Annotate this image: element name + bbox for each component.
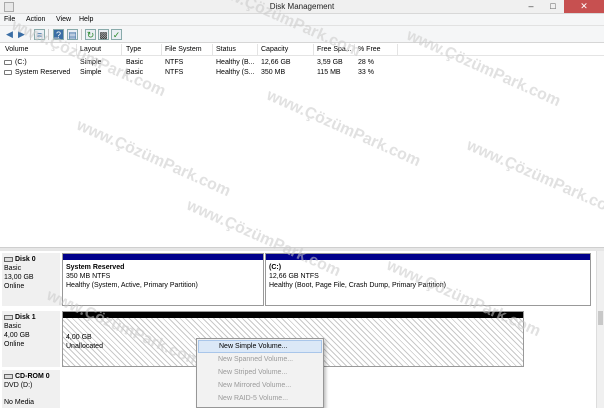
forward-arrow-icon[interactable]: ▶ [16, 29, 27, 40]
disk-status: Online [4, 283, 25, 290]
disk-icon[interactable]: ▩ [98, 29, 109, 40]
percent-free-cell: 28 % [358, 59, 374, 66]
disk-status: Online [4, 341, 25, 348]
layout-cell: Simple [80, 69, 102, 76]
partition-size: 12,66 GB NTFS [269, 273, 319, 280]
partition-name: (C:) [269, 264, 282, 271]
type-cell: Basic [126, 59, 144, 66]
file-system-cell: NTFS [165, 69, 184, 76]
check-icon[interactable]: ✓ [111, 29, 122, 40]
partition-system-reserved[interactable]: System Reserved 350 MB NTFS Healthy (Sys… [62, 253, 264, 306]
scrollbar-thumb[interactable] [598, 311, 603, 325]
window-title: Disk Management [269, 2, 335, 11]
cdrom-0-label[interactable]: CD-ROM 0 DVD (D:) No Media [2, 370, 60, 408]
disk-size: 13,00 GB [4, 274, 34, 281]
disk-size: 4,00 GB [4, 332, 30, 339]
disk-drive-icon [4, 314, 13, 320]
disk-type: Basic [4, 265, 22, 272]
layout-cell: Simple [80, 59, 102, 66]
unallocated-label: Unallocated [66, 343, 103, 350]
column-free-space[interactable]: Free Spa... [317, 46, 352, 53]
column-capacity[interactable]: Capacity [261, 46, 288, 53]
vertical-scrollbar[interactable] [596, 251, 604, 408]
unallocated-size: 4,00 GB [66, 334, 92, 341]
volume-cell: (C:) [4, 59, 27, 66]
partition-name: System Reserved [66, 264, 125, 271]
status-cell: Healthy (B... [216, 59, 255, 66]
cdrom-status: No Media [4, 399, 34, 406]
toolbar-separator [48, 29, 49, 40]
title-bar: Disk Management – □ ✕ [0, 0, 604, 14]
column-layout[interactable]: Layout [80, 46, 101, 53]
list-view-icon[interactable]: ≡ [34, 29, 45, 40]
capacity-cell: 12,66 GB [261, 59, 291, 66]
maximize-button[interactable]: □ [542, 0, 564, 13]
status-cell: Healthy (S... [216, 69, 255, 76]
help-icon[interactable]: ? [53, 29, 64, 40]
menu-item-new-mirrored-volume[interactable]: New Mirrored Volume... [198, 379, 322, 392]
menu-view[interactable]: View [56, 16, 71, 23]
toolbar-separator [30, 29, 31, 40]
column-file-system[interactable]: File System [165, 46, 202, 53]
menu-item-new-simple-volume[interactable]: New Simple Volume... [198, 340, 322, 353]
column-type[interactable]: Type [126, 46, 141, 53]
minimize-button[interactable]: – [520, 0, 542, 13]
table-row[interactable]: (C:) Simple Basic NTFS Healthy (B... 12,… [0, 58, 604, 68]
menu-item-new-raid5-volume[interactable]: New RAID-5 Volume... [198, 392, 322, 405]
toolbar: ◀ ▶ ≡ ? ▤ ↻ ▩ ✓ [0, 26, 604, 43]
properties-icon[interactable]: ▤ [67, 29, 78, 40]
refresh-icon[interactable]: ↻ [85, 29, 96, 40]
percent-free-cell: 33 % [358, 69, 374, 76]
volume-list: Volume Layout Type File System Status Ca… [0, 44, 604, 247]
type-cell: Basic [126, 69, 144, 76]
close-button[interactable]: ✕ [564, 0, 604, 13]
partition-status: Healthy (System, Active, Primary Partiti… [66, 282, 198, 289]
back-arrow-icon[interactable]: ◀ [4, 29, 15, 40]
file-system-cell: NTFS [165, 59, 184, 66]
list-header: Volume Layout Type File System Status Ca… [0, 44, 604, 56]
column-percent-free[interactable]: % Free [358, 46, 381, 53]
menu-help[interactable]: Help [79, 16, 93, 23]
volume-cell: System Reserved [4, 69, 70, 76]
cdrom-type: DVD (D:) [4, 382, 33, 389]
capacity-cell: 350 MB [261, 69, 286, 76]
menu-item-new-spanned-volume[interactable]: New Spanned Volume... [198, 353, 322, 366]
free-space-cell: 3,59 GB [317, 59, 343, 66]
menu-action[interactable]: Action [26, 16, 45, 23]
disk-0-label[interactable]: Disk 0 Basic 13,00 GB Online [2, 253, 60, 306]
toolbar-separator [81, 29, 82, 40]
menu-file[interactable]: File [4, 16, 15, 23]
cd-drive-icon [4, 373, 13, 379]
partition-size: 350 MB NTFS [66, 273, 111, 280]
volume-icon [4, 69, 12, 75]
free-space-cell: 115 MB [317, 69, 341, 76]
disk-1-label[interactable]: Disk 1 Basic 4,00 GB Online [2, 311, 60, 367]
context-menu: New Simple Volume... New Spanned Volume.… [196, 338, 324, 408]
partition-c[interactable]: (C:) 12,66 GB NTFS Healthy (Boot, Page F… [265, 253, 591, 306]
menu-item-new-striped-volume[interactable]: New Striped Volume... [198, 366, 322, 379]
disk-type: Basic [4, 323, 22, 330]
volume-icon [4, 59, 12, 65]
partition-status: Healthy (Boot, Page File, Crash Dump, Pr… [269, 282, 447, 289]
menu-bar: File Action View Help [0, 14, 604, 26]
column-volume[interactable]: Volume [5, 46, 28, 53]
disk-0-row: Disk 0 Basic 13,00 GB Online System Rese… [0, 253, 596, 306]
column-status[interactable]: Status [216, 46, 236, 53]
table-row[interactable]: System Reserved Simple Basic NTFS Health… [0, 68, 604, 78]
disk-drive-icon [4, 256, 13, 262]
